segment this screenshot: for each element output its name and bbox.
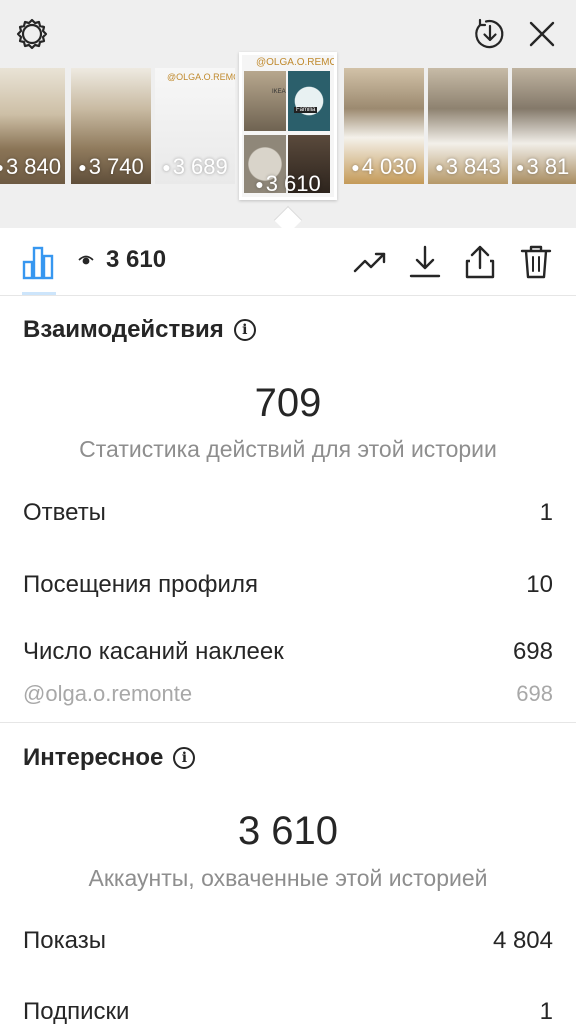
share-icon [465,245,495,279]
eye-icon [78,254,94,266]
sticker-taps-row: Число касаний наклеек 698 [23,638,553,666]
story-thumbnail[interactable]: ● 4 030 [344,68,424,184]
ikea-label: IKEA [272,89,286,95]
gear-icon [16,18,48,50]
eye-icon: ● [435,159,444,175]
trend-up-icon [353,252,386,273]
story-views: 3 610 [265,171,321,196]
story-thumbnail[interactable]: ● 3 740 [71,68,151,184]
impressions-value: 4 804 [492,927,553,954]
story-views: 3 840 [5,154,61,179]
active-tab-indicator [22,292,56,295]
interactions-caption: Статистика действий для этой истории [79,436,497,462]
section-divider [0,722,576,723]
replies-row: Ответы 1 [23,499,553,527]
discovery-title: Интересное i [23,744,196,772]
story-views: 3 740 [88,154,144,179]
sticker-taps-label: Число касаний наклеек [23,638,284,665]
story-thumbnails: ●3 840 ●3 740 @OLGA.O.REMONTE ●3 689 @OL… [0,52,576,200]
download-icon [409,245,441,278]
profile-visits-label: Посещения профиля [23,571,258,598]
viewers-count[interactable]: 3 610 [78,246,166,274]
story-image-collage [244,71,286,131]
eye-icon: ● [0,159,4,175]
close-button[interactable] [522,14,562,54]
eye-icon: ● [78,159,87,175]
eye-icon: ● [162,159,171,175]
story-mention-label: @OLGA.O.REMONTE [256,57,334,68]
interactions-title-text: Взаимодействия [23,316,224,343]
views-value: 3 610 [106,246,167,273]
story-strip: ●3 840 ●3 740 @OLGA.O.REMONTE ●3 689 @OL… [0,0,576,235]
download-circle-icon [475,18,504,49]
profile-visits-row: Посещения профиля 10 [23,571,553,599]
download-story-button[interactable] [470,14,510,54]
discovery-title-text: Интересное [23,744,164,771]
download-button[interactable] [405,242,445,282]
story-views: 3 843 [445,154,501,179]
bar-chart-icon [22,246,54,280]
trash-icon [520,245,552,279]
sticker-taps-value: 698 [512,638,553,665]
close-icon [529,21,555,47]
follows-label: Подписки [23,998,130,1024]
impressions-label: Показы [23,927,106,954]
interactions-total: 709 [254,381,322,425]
story-thumbnail[interactable]: @OLGA.O.REMONTE ●3 689 [155,68,235,184]
replies-label: Ответы [23,499,106,526]
sticker-mention-label: @olga.o.remonte [23,681,193,706]
info-icon[interactable]: i [233,319,256,341]
familia-label: Familia [294,107,318,113]
interactions-title: Взаимодействия i [23,316,256,344]
info-icon[interactable]: i [173,747,196,769]
story-thumbnail-selected[interactable]: @OLGA.O.REMONTE IKEA Familia ●3 610 [239,52,337,200]
story-image-collage [288,71,330,131]
eye-icon: ● [516,159,525,175]
replies-value: 1 [539,499,553,526]
eye-icon: ● [351,159,360,175]
insights-toolbar: 3 610 [0,228,576,296]
story-thumbnail[interactable]: ●3 840 [0,68,65,184]
sticker-mention-value: 698 [516,681,553,706]
discovery-caption: Аккаунты, охваченные этой историей [88,865,488,891]
insights-tab[interactable] [20,244,60,280]
eye-icon: ● [255,176,264,192]
impressions-row: Показы 4 804 [23,927,553,955]
promote-button[interactable] [350,242,390,282]
story-views: 4 030 [361,154,417,179]
delete-button[interactable] [516,242,556,282]
discovery-total: 3 610 [237,809,339,853]
story-views: 3 81 [526,154,570,179]
profile-visits-value: 10 [526,571,553,598]
share-button[interactable] [460,242,500,282]
story-thumbnail[interactable]: ● 3 843 [428,68,508,184]
sticker-mention-row: @olga.o.remonte 698 [23,681,553,707]
follows-row: Подписки 1 [23,998,553,1024]
story-thumbnail[interactable]: ● 3 81 [512,68,576,184]
story-views: 3 689 [172,154,228,179]
follows-value: 1 [539,998,553,1024]
settings-button[interactable] [12,14,52,54]
story-mention-label: @OLGA.O.REMONTE [167,72,235,82]
